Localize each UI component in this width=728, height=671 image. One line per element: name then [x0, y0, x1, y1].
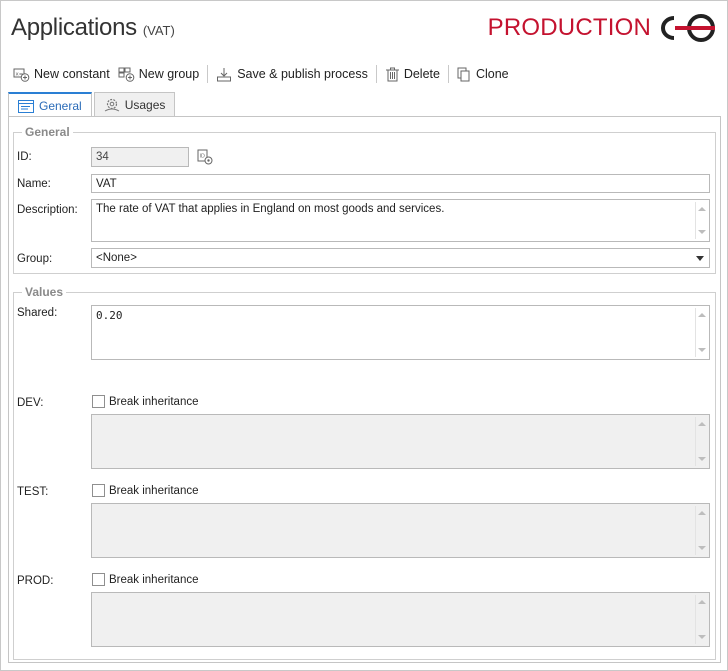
page-subtitle: (VAT) — [142, 23, 175, 38]
toolbar-separator — [207, 65, 209, 83]
save-publish-button[interactable]: Save & publish process — [212, 63, 372, 85]
name-label: Name: — [17, 178, 51, 190]
shared-input[interactable]: 0.20 — [91, 305, 710, 360]
id-label: ID: — [17, 151, 32, 163]
clone-button[interactable]: Clone — [453, 63, 513, 85]
toolbar-separator — [447, 65, 449, 83]
svg-text:ID: ID — [200, 154, 205, 160]
general-group-title: General — [22, 125, 73, 139]
page-title: Applications (VAT) — [11, 14, 175, 42]
values-group-title: Values — [22, 285, 67, 299]
delete-icon — [385, 67, 399, 81]
general-tab-icon — [18, 99, 34, 113]
group-label: Group: — [17, 253, 53, 265]
id-field: 34 — [91, 147, 189, 167]
toolbar: x= New constant New group Save & publish — [9, 63, 513, 85]
description-input[interactable]: The rate of VAT that applies in England … — [91, 199, 710, 242]
chevron-down-icon — [696, 256, 704, 261]
tab-strip: General Usages — [8, 92, 177, 118]
page-title-text: Applications — [11, 14, 137, 41]
shared-text: 0.20 — [96, 309, 123, 322]
group-select[interactable]: <None> — [91, 248, 710, 268]
general-tab-panel: General ID: 34 ID Name: VAT Description:… — [8, 116, 721, 663]
logo-icon — [661, 14, 715, 42]
prod-break-inheritance[interactable]: Break inheritance — [92, 573, 199, 586]
prod-label: PROD: — [17, 575, 54, 587]
prod-break-label: Break inheritance — [109, 573, 199, 586]
test-break-inheritance[interactable]: Break inheritance — [92, 484, 199, 497]
tab-usages[interactable]: Usages — [93, 92, 176, 117]
clone-icon — [457, 67, 470, 81]
tab-usages-label: Usages — [124, 98, 166, 112]
delete-label: Delete — [403, 67, 440, 81]
dev-break-inheritance[interactable]: Break inheritance — [92, 395, 199, 408]
test-break-label: Break inheritance — [109, 484, 199, 497]
toolbar-separator — [375, 65, 377, 83]
new-group-label: New group — [138, 67, 200, 81]
environment-indicator: PRODUCTION — [488, 13, 719, 43]
name-input[interactable]: VAT — [91, 174, 710, 193]
new-constant-label: New constant — [34, 67, 110, 81]
dev-break-checkbox[interactable] — [92, 395, 105, 408]
tab-general[interactable]: General — [8, 92, 92, 118]
prod-value-input — [91, 592, 710, 647]
description-label: Description: — [17, 204, 78, 216]
test-value-input — [91, 503, 710, 558]
description-text: The rate of VAT that applies in England … — [96, 203, 445, 215]
save-publish-icon — [217, 67, 232, 81]
environment-label: PRODUCTION — [487, 14, 651, 41]
delete-button[interactable]: Delete — [381, 63, 444, 85]
new-group-button[interactable]: New group — [114, 63, 203, 85]
new-constant-icon: x= — [13, 68, 30, 82]
dev-break-label: Break inheritance — [109, 395, 199, 408]
test-value-scrollbar — [695, 506, 707, 555]
dev-value-scrollbar — [695, 417, 707, 466]
new-constant-button[interactable]: x= New constant — [9, 63, 114, 85]
test-break-checkbox[interactable] — [92, 484, 105, 497]
new-group-icon — [118, 67, 135, 82]
usages-tab-icon — [104, 98, 119, 112]
dev-label: DEV: — [17, 397, 44, 409]
group-select-value: <None> — [96, 252, 137, 264]
save-publish-label: Save & publish process — [237, 67, 368, 81]
tab-general-label: General — [39, 99, 82, 113]
application-window: Applications (VAT) PRODUCTION x= New cons… — [0, 0, 728, 671]
dev-value-input — [91, 414, 710, 469]
copy-id-icon[interactable]: ID — [197, 149, 214, 166]
shared-label: Shared: — [17, 307, 58, 319]
clone-label: Clone — [475, 67, 509, 81]
test-label: TEST: — [17, 486, 49, 498]
description-scrollbar[interactable] — [695, 202, 707, 239]
prod-break-checkbox[interactable] — [92, 573, 105, 586]
prod-value-scrollbar — [695, 595, 707, 644]
shared-scrollbar[interactable] — [695, 308, 707, 357]
